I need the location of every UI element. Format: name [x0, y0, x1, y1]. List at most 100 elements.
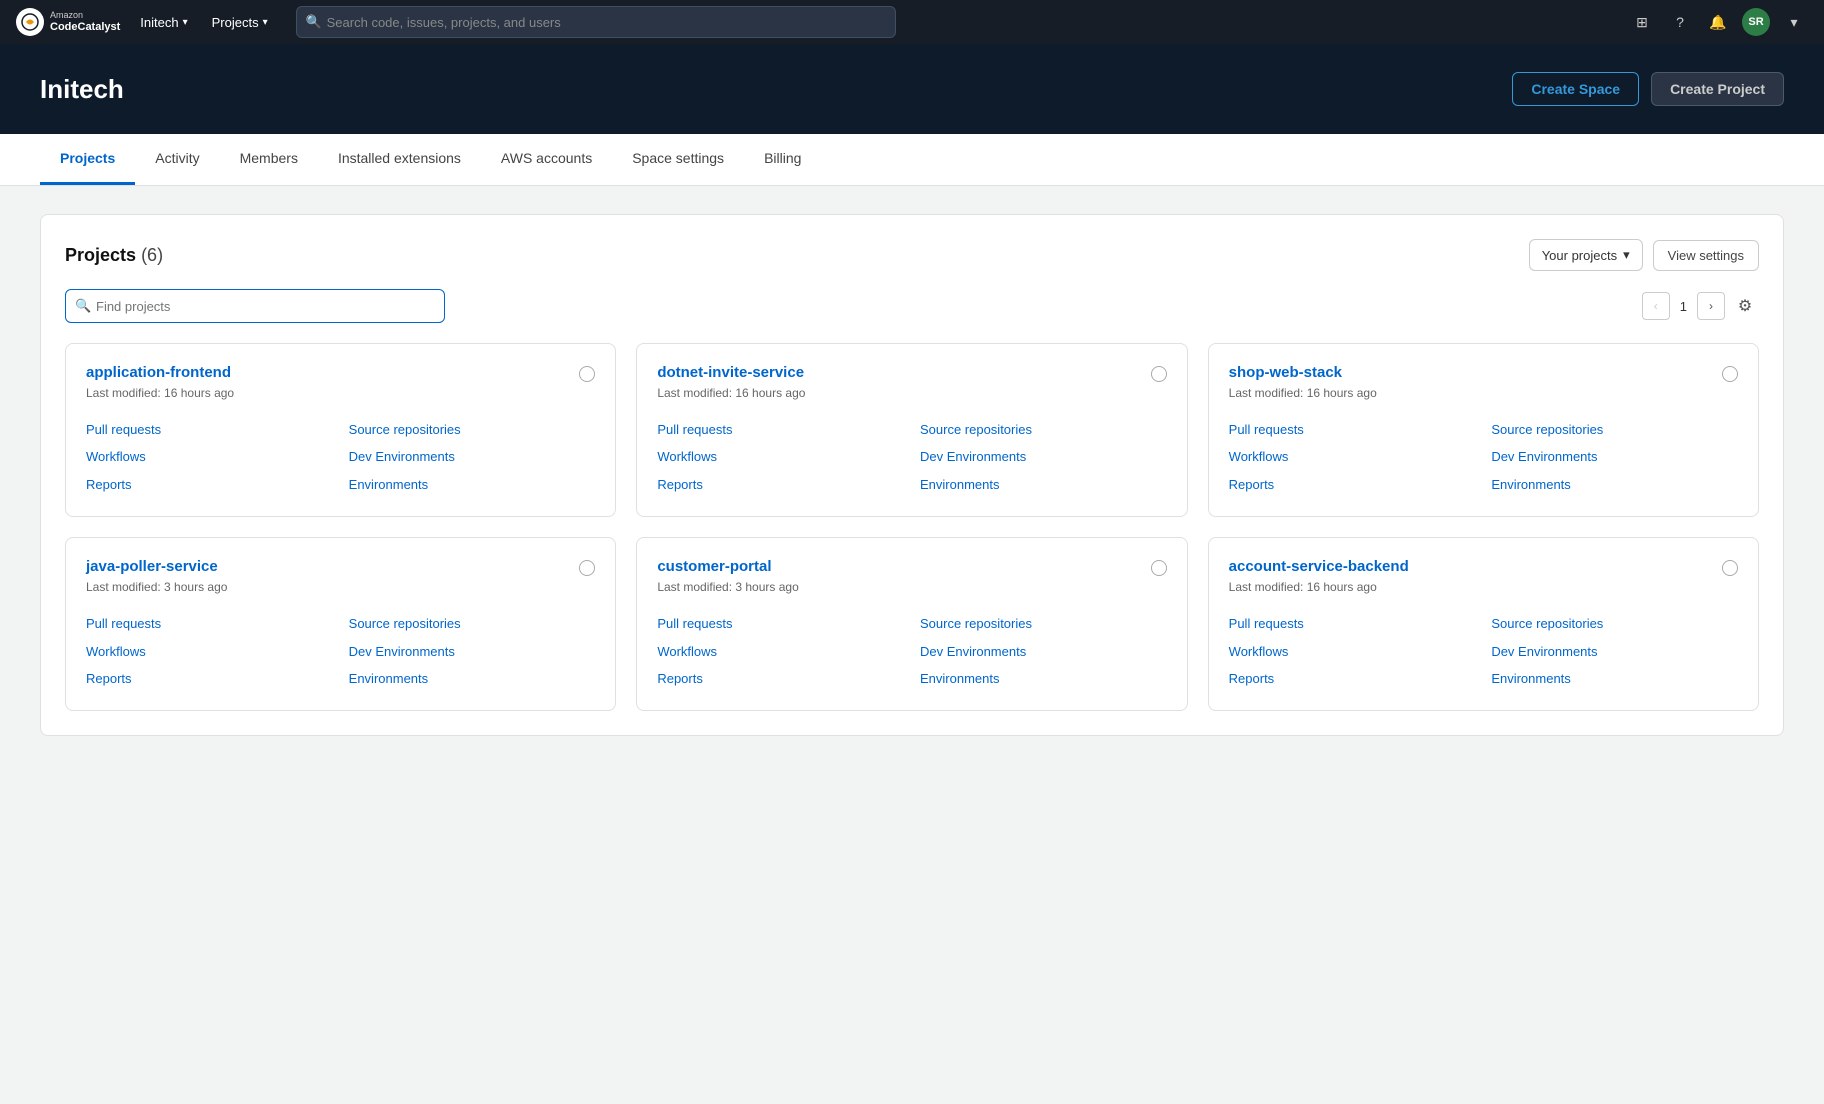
- project-link-application-frontend-rep[interactable]: Reports: [86, 473, 333, 496]
- notifications-icon[interactable]: 🔔: [1704, 8, 1732, 36]
- project-radio-java-poller-service[interactable]: [579, 560, 595, 576]
- grid-icon[interactable]: ⊞: [1628, 8, 1656, 36]
- projects-count: (6): [141, 245, 163, 265]
- project-link-account-service-backend-src[interactable]: Source repositories: [1491, 612, 1738, 635]
- avatar-chevron-icon[interactable]: ▾: [1780, 8, 1808, 36]
- project-link-shop-web-stack-env[interactable]: Environments: [1491, 473, 1738, 496]
- project-link-customer-portal-pr[interactable]: Pull requests: [657, 612, 904, 635]
- project-link-java-poller-service-de[interactable]: Dev Environments: [349, 640, 596, 663]
- project-modified-shop-web-stack: Last modified: 16 hours ago: [1229, 386, 1738, 400]
- project-radio-account-service-backend[interactable]: [1722, 560, 1738, 576]
- project-link-account-service-backend-de[interactable]: Dev Environments: [1491, 640, 1738, 663]
- project-link-account-service-backend-rep[interactable]: Reports: [1229, 667, 1476, 690]
- projects-filter-dropdown[interactable]: Your projects ▾: [1529, 239, 1643, 271]
- project-link-application-frontend-wf[interactable]: Workflows: [86, 445, 333, 468]
- tab-aws-accounts[interactable]: AWS accounts: [481, 134, 612, 185]
- tab-billing[interactable]: Billing: [744, 134, 821, 185]
- project-name-customer-portal[interactable]: customer-portal: [657, 558, 771, 575]
- project-link-account-service-backend-pr[interactable]: Pull requests: [1229, 612, 1476, 635]
- pagination-current-page: 1: [1676, 299, 1691, 314]
- project-search-input[interactable]: [65, 289, 445, 323]
- create-space-button[interactable]: Create Space: [1512, 72, 1639, 106]
- project-name-account-service-backend[interactable]: account-service-backend: [1229, 558, 1409, 575]
- project-modified-customer-portal: Last modified: 3 hours ago: [657, 580, 1166, 594]
- project-link-customer-portal-wf[interactable]: Workflows: [657, 640, 904, 663]
- project-modified-dotnet-invite-service: Last modified: 16 hours ago: [657, 386, 1166, 400]
- project-card-account-service-backend: account-service-backend Last modified: 1…: [1208, 537, 1759, 711]
- project-links-application-frontend: Pull requests Source repositories Workfl…: [86, 418, 595, 496]
- space-title: Initech: [40, 74, 124, 105]
- projects-panel: Projects (6) Your projects ▾ View settin…: [40, 214, 1784, 736]
- project-search-icon: 🔍: [75, 298, 91, 314]
- project-link-dotnet-invite-service-wf[interactable]: Workflows: [657, 445, 904, 468]
- project-name-shop-web-stack[interactable]: shop-web-stack: [1229, 364, 1342, 381]
- project-name-dotnet-invite-service[interactable]: dotnet-invite-service: [657, 364, 804, 381]
- project-card-header-dotnet-invite-service: dotnet-invite-service: [657, 364, 1166, 382]
- tab-activity[interactable]: Activity: [135, 134, 219, 185]
- project-link-account-service-backend-env[interactable]: Environments: [1491, 667, 1738, 690]
- view-settings-button[interactable]: View settings: [1653, 240, 1759, 271]
- project-card-shop-web-stack: shop-web-stack Last modified: 16 hours a…: [1208, 343, 1759, 517]
- project-link-shop-web-stack-wf[interactable]: Workflows: [1229, 445, 1476, 468]
- project-modified-account-service-backend: Last modified: 16 hours ago: [1229, 580, 1738, 594]
- project-link-dotnet-invite-service-env[interactable]: Environments: [920, 473, 1167, 496]
- pagination-next-button[interactable]: ›: [1697, 292, 1725, 320]
- avatar[interactable]: SR: [1742, 8, 1770, 36]
- project-link-application-frontend-de[interactable]: Dev Environments: [349, 445, 596, 468]
- projects-header-right: Your projects ▾ View settings: [1529, 239, 1759, 271]
- project-link-dotnet-invite-service-pr[interactable]: Pull requests: [657, 418, 904, 441]
- tab-installed-extensions[interactable]: Installed extensions: [318, 134, 481, 185]
- project-link-shop-web-stack-src[interactable]: Source repositories: [1491, 418, 1738, 441]
- project-link-shop-web-stack-rep[interactable]: Reports: [1229, 473, 1476, 496]
- hero-actions: Create Space Create Project: [1512, 72, 1784, 106]
- project-card-customer-portal: customer-portal Last modified: 3 hours a…: [636, 537, 1187, 711]
- tab-projects[interactable]: Projects: [40, 134, 135, 185]
- main-content: Projects (6) Your projects ▾ View settin…: [0, 186, 1824, 764]
- top-nav: Amazon CodeCatalyst Initech ▾ Projects ▾…: [0, 0, 1824, 44]
- create-project-button[interactable]: Create Project: [1651, 72, 1784, 106]
- project-link-shop-web-stack-pr[interactable]: Pull requests: [1229, 418, 1476, 441]
- tabs-bar: Projects Activity Members Installed exte…: [0, 134, 1824, 186]
- project-radio-dotnet-invite-service[interactable]: [1151, 366, 1167, 382]
- projects-chevron-icon: ▾: [263, 17, 268, 28]
- project-name-application-frontend[interactable]: application-frontend: [86, 364, 231, 381]
- project-link-customer-portal-de[interactable]: Dev Environments: [920, 640, 1167, 663]
- project-link-shop-web-stack-de[interactable]: Dev Environments: [1491, 445, 1738, 468]
- project-links-java-poller-service: Pull requests Source repositories Workfl…: [86, 612, 595, 690]
- display-settings-icon[interactable]: ⚙: [1731, 292, 1759, 320]
- project-link-customer-portal-rep[interactable]: Reports: [657, 667, 904, 690]
- project-link-application-frontend-pr[interactable]: Pull requests: [86, 418, 333, 441]
- initech-chevron-icon: ▾: [183, 17, 188, 28]
- project-link-dotnet-invite-service-rep[interactable]: Reports: [657, 473, 904, 496]
- project-link-java-poller-service-rep[interactable]: Reports: [86, 667, 333, 690]
- nav-search-input[interactable]: [296, 6, 896, 38]
- logo-amazon: Amazon: [50, 10, 120, 21]
- nav-projects[interactable]: Projects ▾: [204, 11, 276, 34]
- project-link-customer-portal-env[interactable]: Environments: [920, 667, 1167, 690]
- help-icon[interactable]: ?: [1666, 8, 1694, 36]
- project-links-customer-portal: Pull requests Source repositories Workfl…: [657, 612, 1166, 690]
- pagination-prev-button[interactable]: ‹: [1642, 292, 1670, 320]
- tab-space-settings[interactable]: Space settings: [612, 134, 744, 185]
- project-link-java-poller-service-env[interactable]: Environments: [349, 667, 596, 690]
- project-link-application-frontend-env[interactable]: Environments: [349, 473, 596, 496]
- tab-members[interactable]: Members: [220, 134, 318, 185]
- project-card-application-frontend: application-frontend Last modified: 16 h…: [65, 343, 616, 517]
- project-link-java-poller-service-wf[interactable]: Workflows: [86, 640, 333, 663]
- projects-panel-title: Projects (6): [65, 245, 163, 266]
- project-link-java-poller-service-pr[interactable]: Pull requests: [86, 612, 333, 635]
- project-link-dotnet-invite-service-de[interactable]: Dev Environments: [920, 445, 1167, 468]
- nav-initech[interactable]: Initech ▾: [132, 11, 195, 34]
- project-link-application-frontend-src[interactable]: Source repositories: [349, 418, 596, 441]
- pagination-controls: ‹ 1 › ⚙: [1642, 292, 1759, 320]
- project-radio-shop-web-stack[interactable]: [1722, 366, 1738, 382]
- project-card-header-application-frontend: application-frontend: [86, 364, 595, 382]
- project-link-java-poller-service-src[interactable]: Source repositories: [349, 612, 596, 635]
- project-radio-customer-portal[interactable]: [1151, 560, 1167, 576]
- project-card-java-poller-service: java-poller-service Last modified: 3 hou…: [65, 537, 616, 711]
- project-radio-application-frontend[interactable]: [579, 366, 595, 382]
- project-name-java-poller-service[interactable]: java-poller-service: [86, 558, 218, 575]
- project-link-customer-portal-src[interactable]: Source repositories: [920, 612, 1167, 635]
- project-link-account-service-backend-wf[interactable]: Workflows: [1229, 640, 1476, 663]
- project-link-dotnet-invite-service-src[interactable]: Source repositories: [920, 418, 1167, 441]
